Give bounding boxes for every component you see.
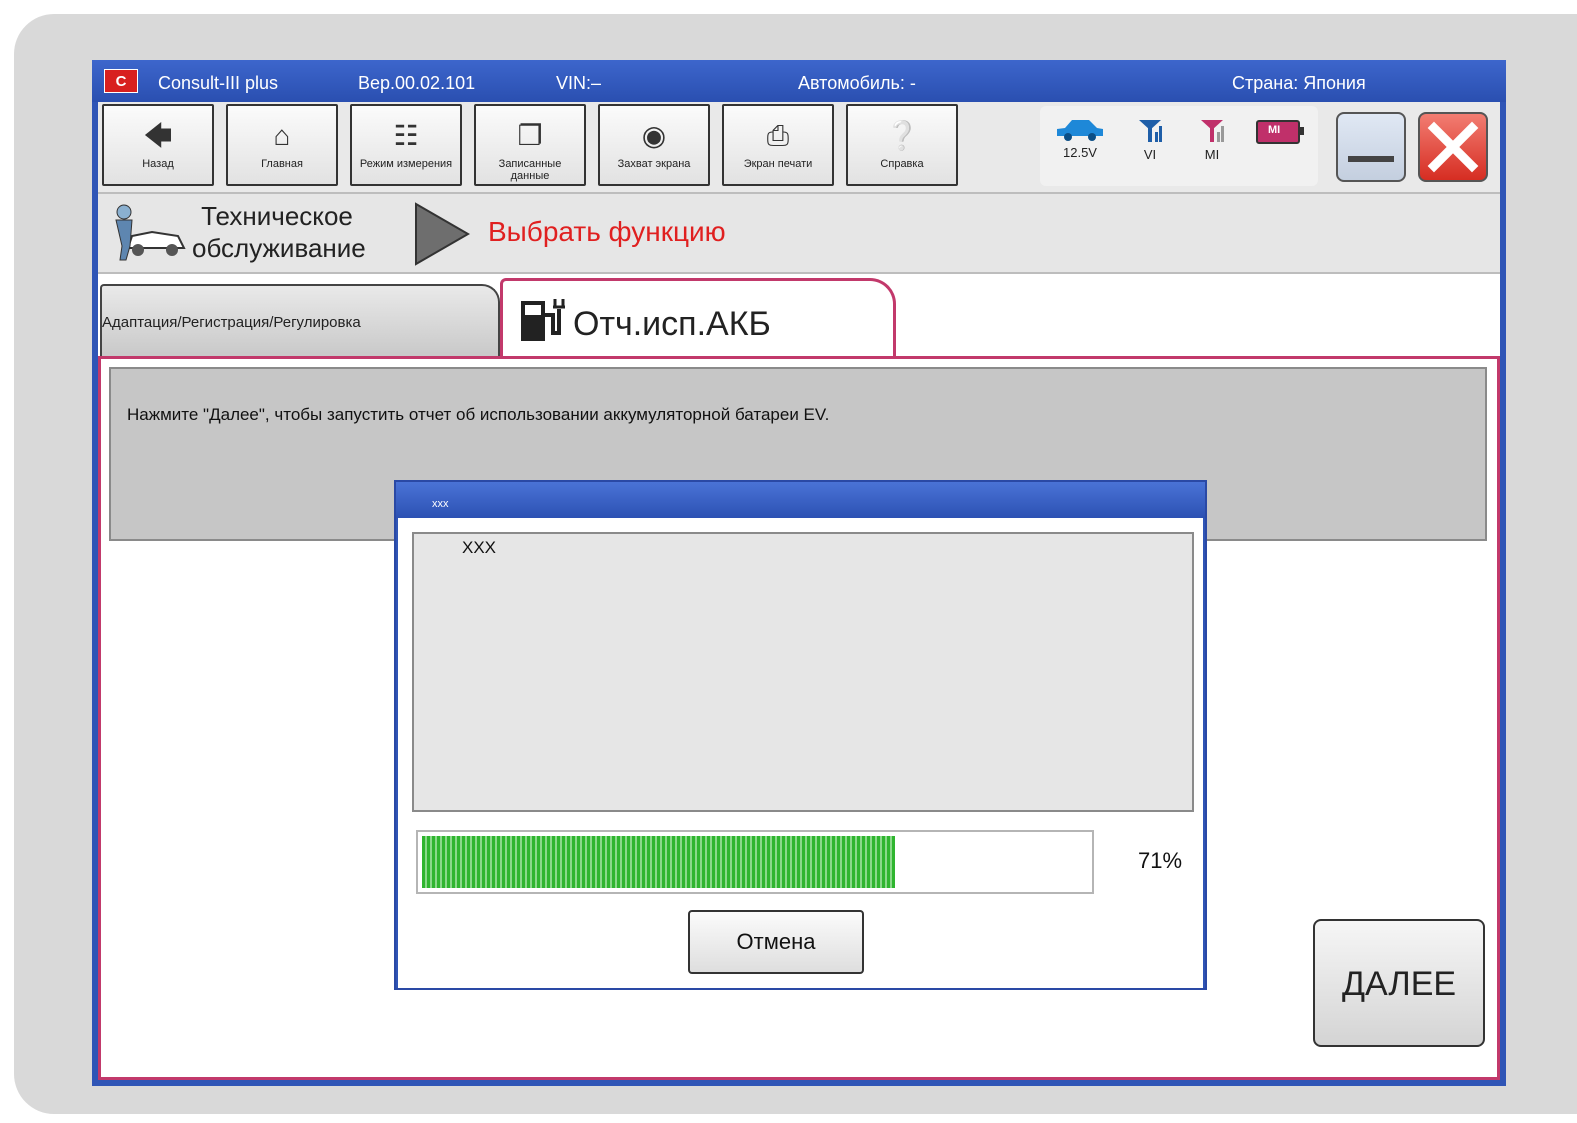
close-button[interactable] <box>1418 112 1488 182</box>
close-icon <box>1427 121 1479 173</box>
app-logo: C <box>104 69 138 93</box>
home-icon: ⌂ <box>273 120 291 151</box>
home-button-label: Главная <box>261 158 303 170</box>
country-label: Страна: Япония <box>1232 73 1366 93</box>
progress-bar-fill <box>422 836 895 888</box>
instruction-text: Нажмите "Далее", чтобы запустить отчет о… <box>127 405 830 424</box>
app-name: Consult-III plus <box>158 73 279 93</box>
charging-station-icon <box>521 299 565 341</box>
voltage-label: 12.5V <box>1063 145 1097 160</box>
back-arrow-icon: 🡄 <box>143 120 173 151</box>
screen-capture-button[interactable]: ◉ Захват экрана <box>598 104 710 186</box>
minimize-icon <box>1348 156 1394 162</box>
mi-label: MI <box>1204 147 1220 162</box>
measurement-mode-label: Режим измерения <box>359 158 453 170</box>
back-button-label: Назад <box>142 158 174 170</box>
progress-bar <box>416 830 1094 894</box>
dialog-title-bar: xxx <box>396 482 1205 518</box>
print-screen-button[interactable]: ⎙ Экран печати <box>722 104 834 186</box>
printer-icon: ⎙ <box>766 120 790 151</box>
vi-status: VI <box>1130 118 1170 162</box>
mi-status: MI <box>1192 118 1232 162</box>
vin-label: VIN:– <box>556 73 602 93</box>
mechanic-car-icon <box>115 204 186 261</box>
tab-adaptation-label: Адаптация/Регистрация/Регулировка <box>102 314 361 331</box>
dialog-body: XXX 71% Отмена <box>398 518 1203 988</box>
version-label: Вер.00.02.101 <box>358 73 476 93</box>
tab-adaptation[interactable]: Адаптация/Регистрация/Регулировка <box>100 284 500 356</box>
vi-signal-icon <box>1139 120 1162 142</box>
section-title-line2: обслуживание <box>192 233 366 263</box>
next-button[interactable]: ДАЛЕЕ <box>1313 919 1485 1047</box>
home-button[interactable]: ⌂ Главная <box>226 104 338 186</box>
dialog-body-text: XXX <box>462 538 497 557</box>
status-panel: 12.5V VI MI MI <box>1040 106 1318 186</box>
camera-icon: ◉ <box>641 120 667 151</box>
tab-battery-report[interactable]: Отч.исп.АКБ <box>500 278 896 360</box>
dialog-title: xxx <box>432 498 449 510</box>
battery-status: MI <box>1250 120 1306 144</box>
section-title-line1: Техническое <box>201 201 353 231</box>
mi-signal-icon <box>1201 120 1224 142</box>
vi-label: VI <box>1143 147 1157 162</box>
measurement-icon: ☷ <box>393 120 419 151</box>
battery-icon: MI <box>1256 120 1304 144</box>
vehicle-battery-status: 12.5V <box>1048 116 1112 160</box>
recorded-data-button[interactable]: ❐ Записанные данные <box>474 104 586 186</box>
tab-battery-report-label: Отч.исп.АКБ <box>573 305 771 343</box>
minimize-button[interactable] <box>1336 112 1406 182</box>
help-icon: ❔ <box>884 120 920 151</box>
breadcrumb-arrow-icon <box>415 202 471 266</box>
section-title: Техническое обслуживание <box>192 200 366 264</box>
vehicle-label: Автомобиль: - <box>798 73 916 93</box>
measurement-mode-button[interactable]: ☷ Режим измерения <box>350 104 462 186</box>
back-button[interactable]: 🡄 Назад <box>102 104 214 186</box>
car-icon <box>1057 120 1103 141</box>
help-button-label: Справка <box>880 158 924 170</box>
title-bar: C Consult-III plus Вер.00.02.101 VIN:– А… <box>92 60 1506 102</box>
recorded-data-icon: ❐ <box>517 120 543 151</box>
progress-dialog: xxx XXX 71% Отмена <box>394 480 1207 990</box>
help-button[interactable]: ❔ Справка <box>846 104 958 186</box>
dialog-text-area: XXX <box>412 532 1194 812</box>
progress-percent: 71% <box>1138 848 1183 873</box>
screen-capture-label: Захват экрана <box>617 158 691 170</box>
recorded-data-label: Записанные данные <box>498 158 562 182</box>
breadcrumb-current: Выбрать функцию <box>488 216 726 247</box>
cancel-button[interactable]: Отмена <box>688 910 864 974</box>
battery-label: MI <box>1268 124 1281 136</box>
breadcrumb: Техническое обслуживание Выбрать функцию <box>98 192 1500 274</box>
toolbar: 🡄 Назад ⌂ Главная ☷ Режим измерения ❐ За… <box>98 102 1500 192</box>
print-screen-label: Экран печати <box>743 158 813 170</box>
